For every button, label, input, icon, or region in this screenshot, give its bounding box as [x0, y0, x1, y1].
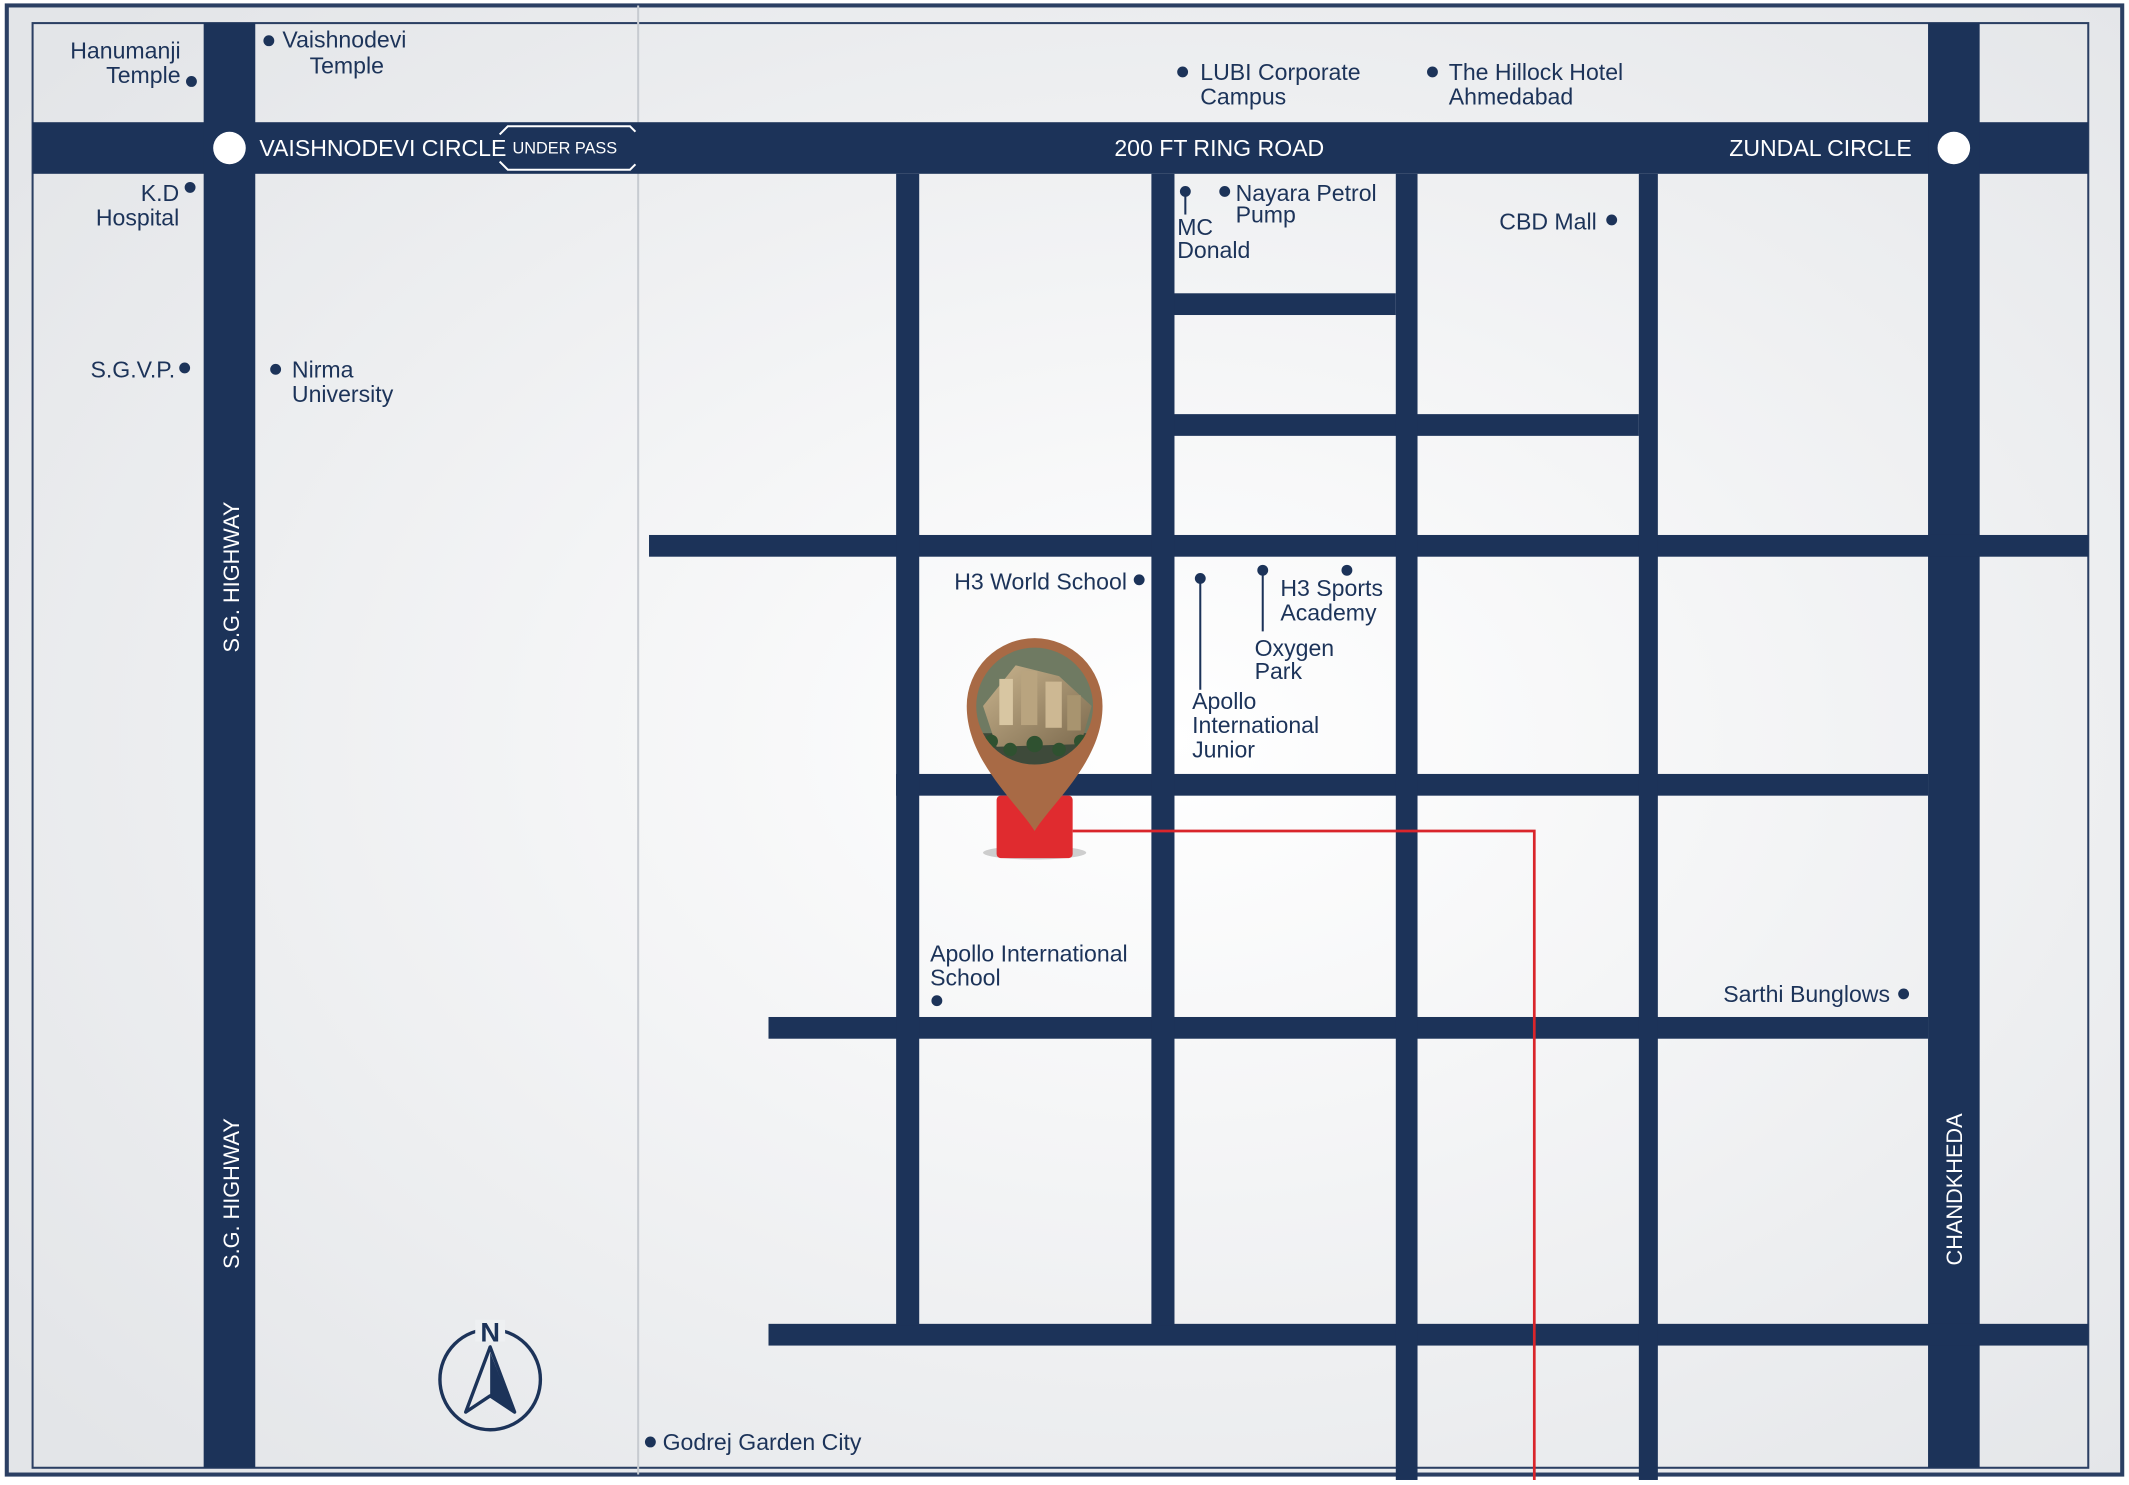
landmark-godrej-garden-city: Godrej Garden City [644, 1429, 862, 1455]
underpass-label: UNDER PASS [513, 139, 618, 157]
landmark-dot-icon [1898, 988, 1910, 1000]
landmark-dot-icon [186, 76, 197, 87]
landmark-dot-icon [263, 35, 275, 47]
nirma-label-line1: Nirma [292, 356, 354, 382]
landmark-dot-icon [1219, 186, 1231, 197]
kd-label-line2: Hospital [96, 204, 179, 230]
street-c [1395, 173, 1418, 1480]
landmark-sarthi-bunglows: Sarthi Bunglows [1723, 981, 1910, 1007]
landmark-sgvp: S.G.V.P. [90, 356, 191, 382]
landmark-dot-icon [1133, 574, 1145, 586]
sg-highway-label-top: S.G. HIGHWAY [219, 501, 244, 652]
mc-label-line2: Donald [1177, 237, 1250, 263]
landmark-dot-icon [1606, 214, 1618, 226]
vaishnodevi-label-line2: Temple [310, 52, 384, 78]
h3sports-label-line2: Academy [1280, 600, 1377, 626]
nirma-label-line2: University [292, 381, 394, 407]
apollo-label-line1: Apollo International [930, 940, 1128, 966]
vaishnodevi-circle-label: VAISHNODEVI CIRCLE [259, 135, 506, 161]
hillock-label-line1: The Hillock Hotel [1449, 59, 1623, 85]
street-a [896, 173, 920, 1326]
cross-road-1 [649, 534, 2089, 557]
compass-north-label: N [480, 1316, 500, 1347]
lane-1 [1173, 293, 1396, 316]
nayara-label-line2: Pump [1236, 202, 1296, 228]
sgvp-label: S.G.V.P. [90, 356, 175, 382]
landmark-h3-world-school: H3 World School [954, 568, 1145, 594]
hanumanji-label-line1: Hanumanji [70, 37, 180, 63]
hillock-label-line2: Ahmedabad [1449, 84, 1573, 110]
vaishnodevi-circle-marker [213, 131, 246, 165]
ring-road-label: 200 FT RING ROAD [1114, 135, 1324, 161]
hanumanji-label-line2: Temple [106, 62, 180, 88]
kd-label-line1: K.D [141, 180, 179, 206]
apollo-jr-label-line2: International [1192, 712, 1319, 738]
vaishnodevi-label-line1: Vaishnodevi [282, 27, 406, 53]
oxygen-label-line2: Park [1255, 658, 1303, 684]
street-b [1151, 173, 1175, 1326]
landmark-dot-icon [270, 363, 282, 375]
cross-road-4 [768, 1323, 2089, 1346]
h3world-label: H3 World School [954, 568, 1127, 594]
apollo-jr-label-line1: Apollo [1192, 688, 1256, 714]
cbd-label: CBD Mall [1499, 208, 1596, 234]
street-d [1638, 173, 1658, 1480]
landmark-dot-icon [644, 1436, 656, 1448]
apollo-label-line2: School [930, 965, 1001, 991]
lubi-label-line2: Campus [1200, 84, 1286, 110]
zundal-circle-marker [1937, 131, 1971, 165]
lubi-label-line1: LUBI Corporate [1200, 59, 1360, 85]
sg-highway-label-bottom: S.G. HIGHWAY [219, 1118, 244, 1269]
landmark-dot-icon [1177, 66, 1189, 78]
landmark-dot-icon [179, 362, 191, 374]
cross-road-3 [768, 1016, 1929, 1039]
landmark-dot-icon [1427, 66, 1438, 78]
location-map: UNDER PASS VAISHNODEVI CIRCLE ZUNDAL CIR… [0, 0, 2129, 1480]
apollo-jr-label-line3: Junior [1192, 737, 1255, 763]
sarthi-label: Sarthi Bunglows [1723, 981, 1890, 1007]
map-canvas: UNDER PASS VAISHNODEVI CIRCLE ZUNDAL CIR… [0, 0, 2129, 1480]
h3sports-label-line1: H3 Sports [1280, 575, 1383, 601]
landmark-dot-icon [931, 995, 943, 1007]
landmark-dot-icon [184, 181, 196, 193]
chandkheda-label: CHANDKHEDA [1942, 1113, 1967, 1266]
godrej-label: Godrej Garden City [663, 1429, 862, 1455]
zundal-circle-label: ZUNDAL CIRCLE [1729, 135, 1912, 161]
